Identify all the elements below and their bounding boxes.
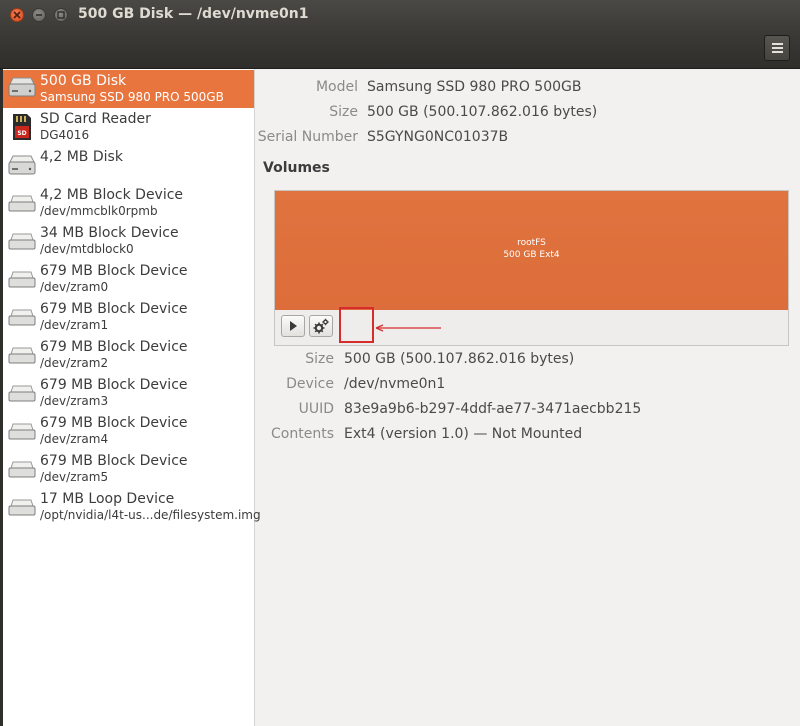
window-edge: [0, 69, 3, 726]
device-item-sd-card-reader[interactable]: SD SD Card Reader DG4016: [3, 108, 254, 146]
device-item-block-device[interactable]: 679 MB Block Device /dev/zram4: [3, 412, 254, 450]
device-item-block-device[interactable]: 679 MB Block Device /dev/zram5: [3, 450, 254, 488]
volumes-heading: Volumes: [263, 160, 330, 176]
drive-icon: [8, 461, 36, 478]
device-item-block-device[interactable]: 679 MB Block Device /dev/zram2: [3, 336, 254, 374]
drive-icon: [8, 195, 36, 212]
device-item-block-device[interactable]: 4,2 MB Block Device /dev/mmcblk0rpmb: [3, 184, 254, 222]
partition-size-value: 500 GB (500.107.862.016 bytes): [344, 351, 575, 367]
drive-icon: [8, 347, 36, 364]
model-label: Model: [315, 79, 358, 95]
uuid-label: UUID: [298, 401, 334, 417]
device-item-loop-device[interactable]: 17 MB Loop Device /opt/nvidia/l4t-us...d…: [3, 488, 261, 526]
maximize-icon: [57, 11, 65, 19]
drive-icon: [8, 309, 36, 326]
device-item-block-device[interactable]: 34 MB Block Device /dev/mtdblock0: [3, 222, 254, 260]
annotation-arrow-icon: [375, 324, 441, 332]
maximize-window-button[interactable]: [54, 8, 68, 22]
partition-size-label: Size: [305, 351, 334, 367]
contents-label: Contents: [271, 426, 334, 442]
close-icon: [13, 11, 21, 19]
svg-text:SD: SD: [17, 130, 26, 137]
partition-options-button[interactable]: [309, 315, 333, 337]
device-item-block-device[interactable]: 679 MB Block Device /dev/zram1: [3, 298, 254, 336]
app-menu-button[interactable]: [764, 35, 790, 61]
serial-number-value: S5GYNG0NC01037B: [367, 129, 509, 145]
annotation-highlight-box: [339, 307, 374, 343]
size-label: Size: [329, 104, 358, 120]
hard-disk-icon: [8, 77, 36, 97]
sd-card-icon: SD: [13, 114, 31, 140]
device-item-4mb-disk[interactable]: 4,2 MB Disk: [3, 146, 254, 184]
device-label: Device: [286, 376, 334, 392]
drive-icon: [8, 271, 36, 288]
window-title: 500 GB Disk — /dev/nvme0n1: [78, 6, 309, 22]
close-window-button[interactable]: [10, 8, 24, 22]
partition-size: 500 GB Ext4: [503, 250, 560, 260]
drive-icon: [8, 423, 36, 440]
header-bar: [0, 30, 800, 69]
mount-button[interactable]: [281, 315, 305, 337]
contents-value: Ext4 (version 1.0) — Not Mounted: [344, 426, 583, 442]
model-value: Samsung SSD 980 PRO 500GB: [367, 79, 582, 95]
device-item-block-device[interactable]: 679 MB Block Device /dev/zram0: [3, 260, 254, 298]
uuid-value: 83e9a9b6-b297-4ddf-ae77-3471aecbb215: [344, 401, 642, 417]
disk-details-panel: Model Samsung SSD 980 PRO 500GB Size 500…: [255, 69, 800, 726]
device-list: 500 GB Disk Samsung SSD 980 PRO 500GB SD…: [0, 69, 261, 726]
size-value: 500 GB (500.107.862.016 bytes): [367, 104, 598, 120]
drive-icon: [8, 385, 36, 402]
partition-rootfs[interactable]: rootFS 500 GB Ext4: [275, 191, 788, 310]
drive-icon: [8, 233, 36, 250]
device-item-500gb-disk[interactable]: 500 GB Disk Samsung SSD 980 PRO 500GB: [3, 70, 254, 108]
serial-number-label: Serial Number: [257, 129, 358, 145]
partition-name: rootFS: [517, 238, 546, 248]
gears-icon: [313, 318, 329, 334]
minimize-window-button[interactable]: [32, 8, 46, 22]
hard-disk-icon: [8, 155, 36, 175]
drive-icon: [8, 499, 36, 516]
device-value: /dev/nvme0n1: [344, 376, 446, 392]
device-item-block-device[interactable]: 679 MB Block Device /dev/zram3: [3, 374, 254, 412]
play-icon: [290, 321, 297, 331]
title-bar: 500 GB Disk — /dev/nvme0n1: [0, 0, 800, 30]
hamburger-menu-icon: [772, 43, 783, 45]
minimize-icon: [36, 14, 42, 16]
